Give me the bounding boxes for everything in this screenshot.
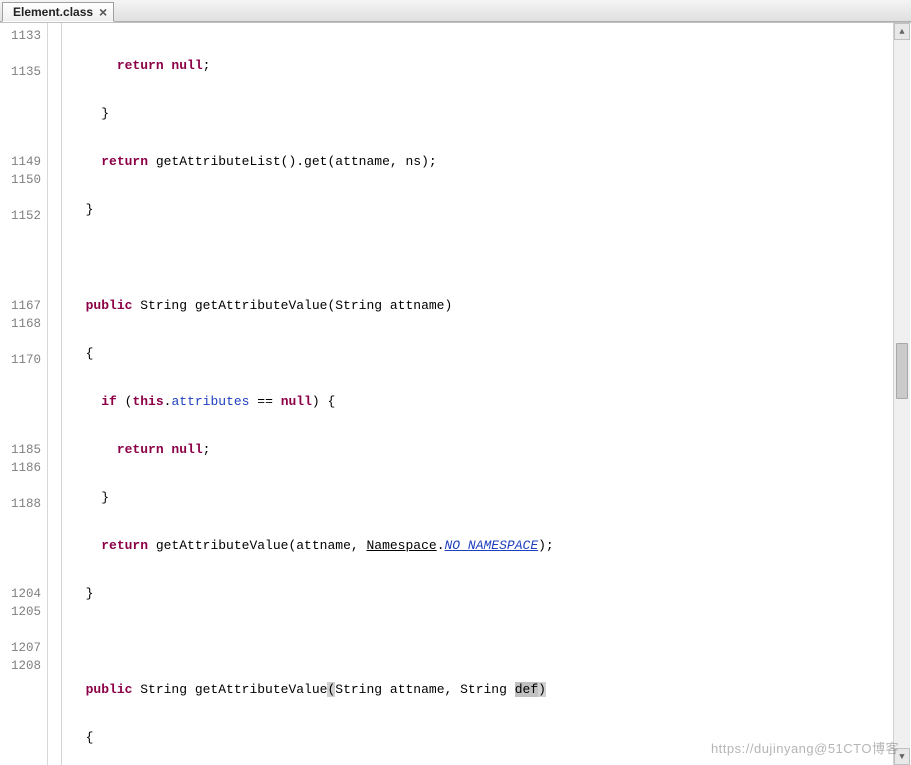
code-area[interactable]: return null; } return getAttributeList()… bbox=[62, 23, 911, 765]
code-editor[interactable]: 1133113511491150115211671168117011851186… bbox=[0, 22, 911, 765]
close-icon[interactable]: × bbox=[99, 7, 107, 17]
scroll-down-icon[interactable]: ▼ bbox=[894, 748, 910, 765]
editor-tab[interactable]: Element.class × bbox=[2, 2, 114, 22]
scrollbar-thumb[interactable] bbox=[896, 343, 908, 399]
vertical-scrollbar[interactable]: ▲ ▼ bbox=[893, 23, 910, 765]
line-number-gutter: 1133113511491150115211671168117011851186… bbox=[0, 23, 48, 765]
tab-title: Element.class bbox=[13, 5, 93, 19]
marker-bar bbox=[48, 23, 62, 765]
scroll-up-icon[interactable]: ▲ bbox=[894, 23, 910, 40]
tab-bar: Element.class × bbox=[0, 0, 911, 22]
